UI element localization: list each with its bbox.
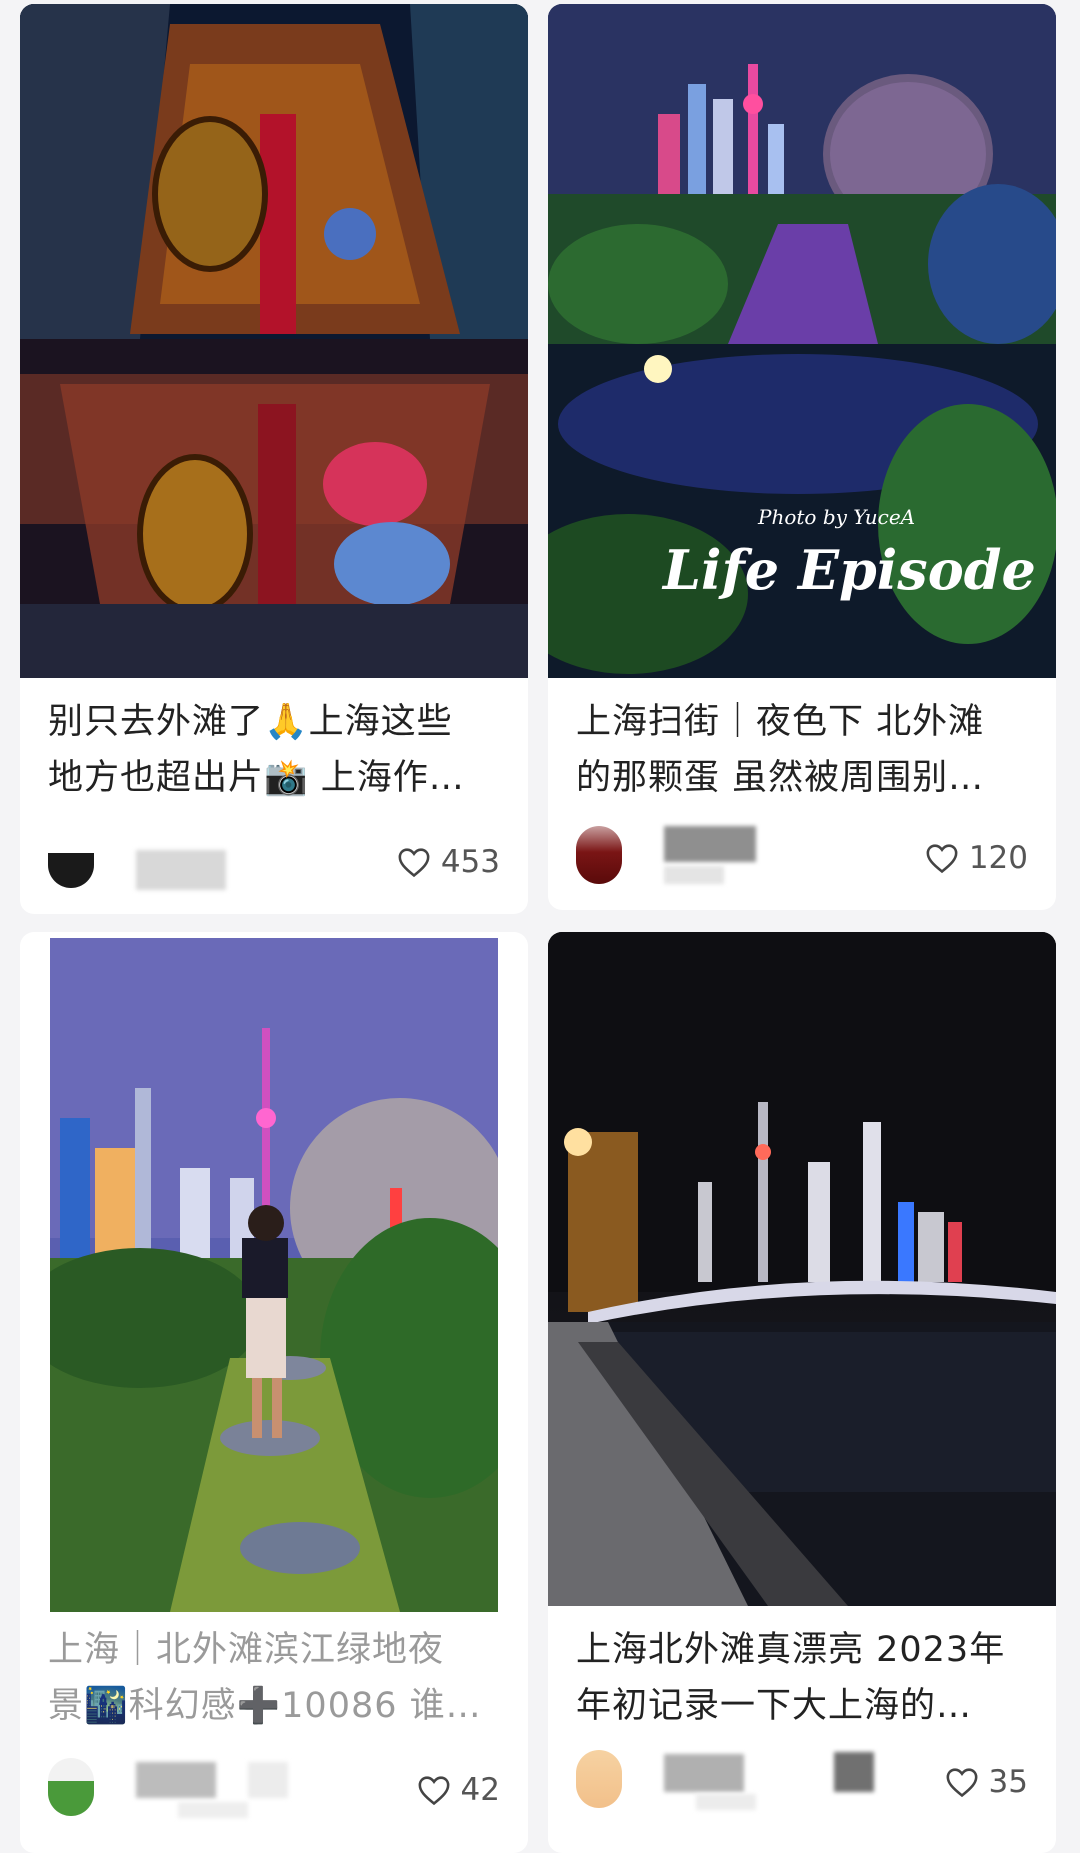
avatar[interactable] xyxy=(48,1758,94,1816)
card-title-line2[interactable]: 景🌃科幻感➕10086 谁… xyxy=(48,1678,500,1734)
like-button[interactable]: 120 xyxy=(925,838,1028,878)
girl-garden-photo xyxy=(50,938,498,1612)
card-title-line1[interactable]: 上海扫街｜夜色下 北外滩 xyxy=(576,694,1028,750)
skyline-dome-photo: Photo by YuceA Life Episode xyxy=(548,4,1056,678)
like-count: 120 xyxy=(968,840,1028,876)
like-button[interactable]: 453 xyxy=(397,842,500,882)
heart-outline-icon xyxy=(926,844,958,874)
night-building-photo xyxy=(20,4,528,678)
author-name-blurred[interactable] xyxy=(136,1762,216,1798)
card-title-line1[interactable]: 上海｜北外滩滨江绿地夜 xyxy=(48,1622,500,1678)
photo-signature: Photo by YuceA xyxy=(757,505,915,529)
card-photo[interactable]: Photo by YuceA Life Episode xyxy=(548,4,1056,678)
card-photo[interactable] xyxy=(50,938,498,1612)
feed-card-3[interactable]: 上海｜北外滩滨江绿地夜 景🌃科幻感➕10086 谁… 42 xyxy=(20,932,528,1853)
author-name-blurred[interactable] xyxy=(136,850,226,890)
author-date-blurred[interactable] xyxy=(178,1802,248,1818)
card-photo[interactable] xyxy=(548,932,1056,1606)
heart-outline-icon xyxy=(946,1768,977,1798)
author-date-blurred[interactable] xyxy=(664,866,724,884)
author-name-blurred[interactable] xyxy=(664,826,756,862)
card-title-line1[interactable]: 别只去外滩了🙏上海这些 xyxy=(48,694,500,750)
avatar[interactable] xyxy=(576,1750,622,1808)
feed-card-2[interactable]: Photo by YuceA Life Episode 上海扫街｜夜色下 北外滩… xyxy=(548,4,1056,910)
heart-outline-icon xyxy=(418,1776,449,1806)
feed-card-4[interactable]: 上海北外滩真漂亮 2023年 年初记录一下大上海的… 35 xyxy=(548,932,1056,1853)
card-meta: 453 xyxy=(48,826,500,898)
card-title-line1[interactable]: 上海北外滩真漂亮 2023年 xyxy=(576,1622,1028,1678)
card-meta: 42 xyxy=(48,1754,500,1826)
like-count: 35 xyxy=(988,1764,1028,1800)
feed-card-1[interactable]: 别只去外滩了🙏上海这些 地方也超出片📸 上海作… 453 xyxy=(20,4,528,914)
card-title-line2[interactable]: 年初记录一下大上海的… xyxy=(576,1678,1028,1734)
photo-overlay-title: Life Episode xyxy=(661,538,1036,602)
avatar[interactable] xyxy=(48,830,94,888)
like-count: 42 xyxy=(460,1772,500,1808)
card-photo[interactable] xyxy=(20,4,528,678)
author-extra-blurred[interactable] xyxy=(248,1762,288,1798)
bund-river-photo xyxy=(548,932,1056,1606)
card-title-line2[interactable]: 地方也超出片📸 上海作… xyxy=(48,750,500,806)
author-date-blurred[interactable] xyxy=(696,1794,756,1810)
card-meta: 120 xyxy=(576,822,1028,894)
avatar[interactable] xyxy=(576,826,622,884)
author-name-blurred[interactable] xyxy=(664,1754,744,1792)
heart-outline-icon xyxy=(398,848,430,878)
like-count: 453 xyxy=(440,844,500,880)
like-button[interactable]: 35 xyxy=(945,1762,1028,1802)
author-extra-blurred[interactable] xyxy=(834,1752,874,1792)
card-title-line2[interactable]: 的那颗蛋 虽然被周围别… xyxy=(576,750,1028,806)
card-meta: 35 xyxy=(576,1746,1028,1818)
like-button[interactable]: 42 xyxy=(417,1770,500,1810)
